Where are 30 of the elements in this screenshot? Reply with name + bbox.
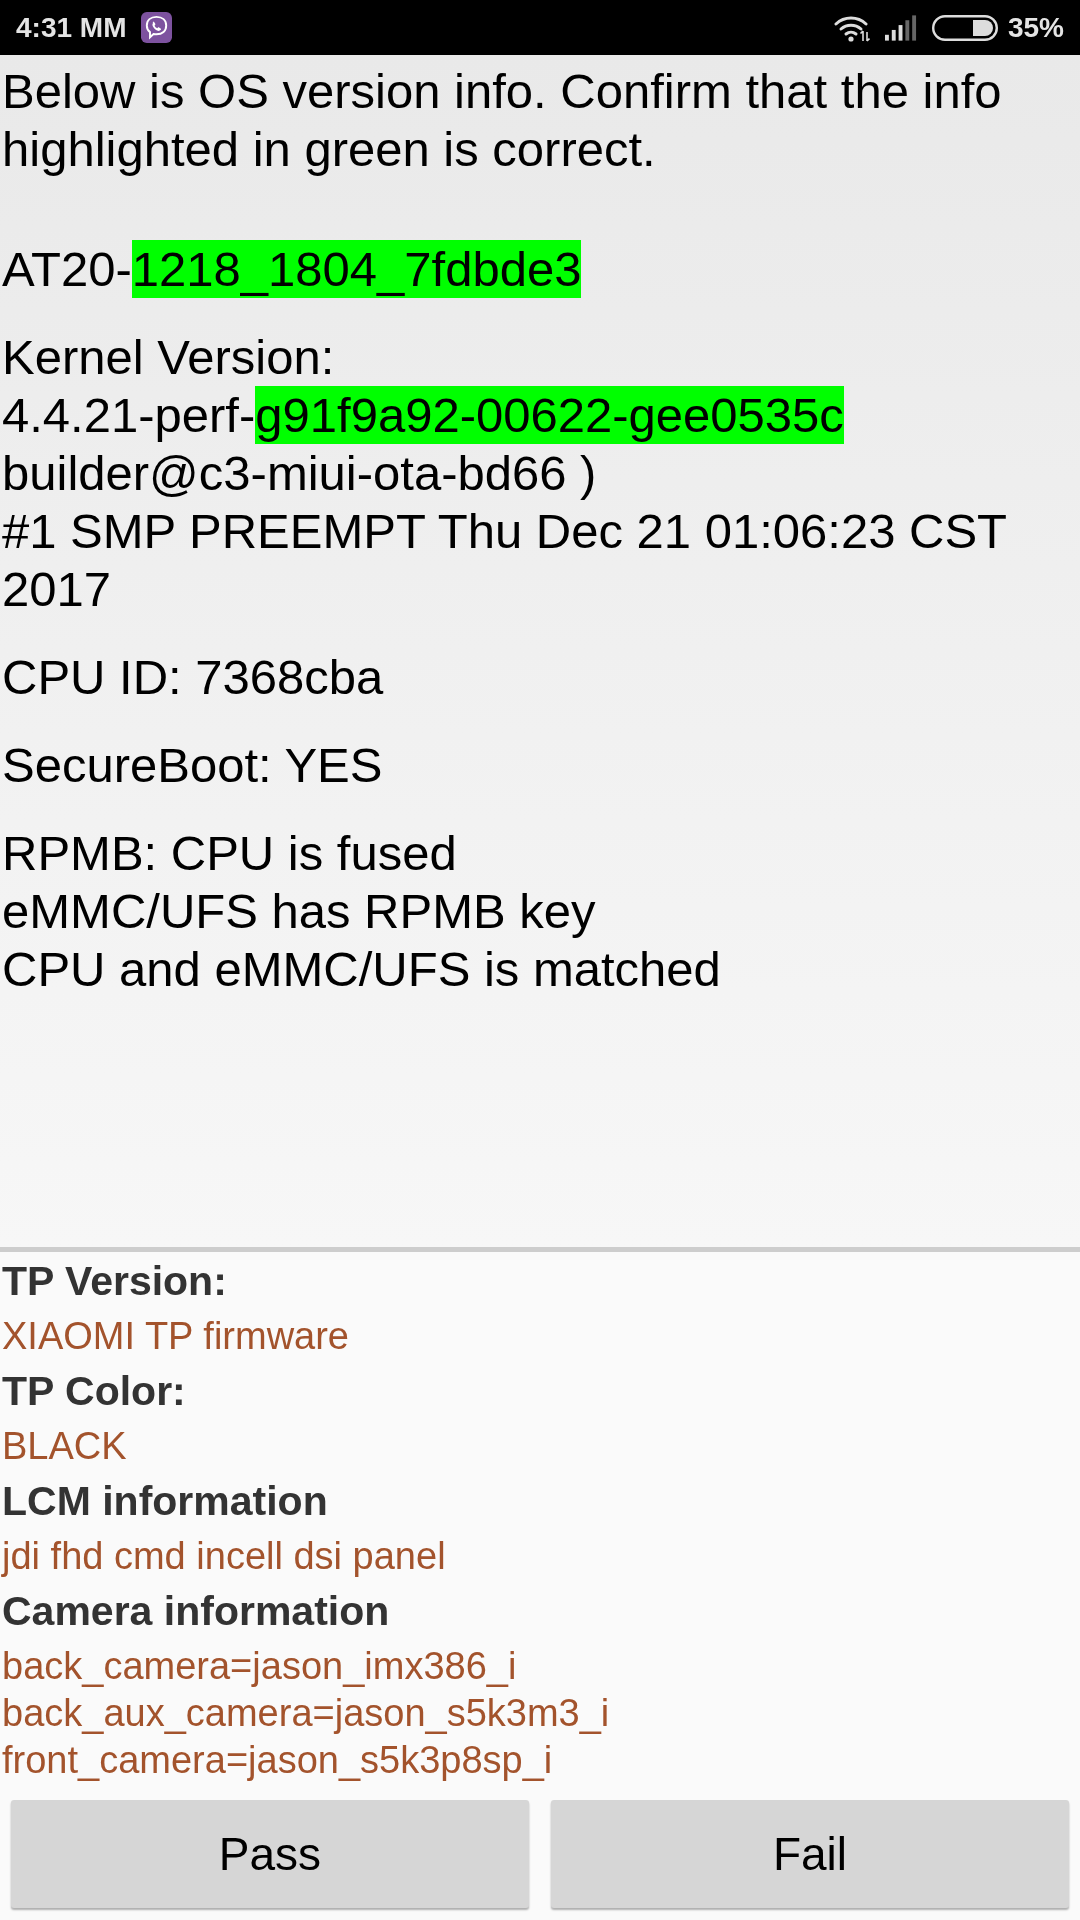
info-text: CPU and eMMC/UFS is matched	[2, 941, 721, 998]
signal-icon	[884, 14, 918, 41]
info-value: BLACK	[2, 1424, 128, 1469]
info-heading: LCM information	[2, 1477, 329, 1526]
info-text: SecureBoot: YES	[2, 737, 383, 794]
info-text: CPU ID: 7368cba	[2, 649, 384, 706]
info-heading: Camera information	[2, 1587, 391, 1636]
info-text: #1 SMP PREEMPT Thu Dec 21 01:06:23 CST 2017	[2, 503, 1008, 618]
info-text: builder@c3-miui-ota-bd66 )	[2, 445, 597, 502]
highlighted-text: g91f9a92-00622-gee0535c	[255, 386, 844, 444]
instruction-text: Below is OS version info. Confirm that the info highlighted in green is correct.	[2, 63, 1003, 178]
highlighted-text: 1218_1804_7fdbde3	[131, 240, 582, 298]
pass-button[interactable]: Pass	[11, 1800, 529, 1908]
info-value: jdi fhd cmd incell dsi panel	[2, 1534, 447, 1579]
info-heading: TP Color:	[2, 1367, 187, 1416]
info-value: XIAOMI TP firmware	[2, 1314, 350, 1359]
clock-text: 4:31 MM	[16, 11, 127, 44]
info-value: front_camera=jason_s5k3p8sp_i	[2, 1738, 554, 1783]
info-text: 4.4.21-perf-	[2, 387, 256, 444]
info-value: back_aux_camera=jason_s5k3m3_i	[2, 1691, 611, 1736]
battery-icon	[931, 14, 998, 41]
phone-bubble-app-icon	[141, 12, 173, 43]
info-text: RPMB: CPU is fused	[2, 825, 457, 882]
info-text: AT20-	[2, 241, 132, 298]
battery-percent-text: 35%	[1007, 11, 1064, 44]
info-text: eMMC/UFS has RPMB key	[2, 883, 596, 940]
info-value: back_camera=jason_imx386_i	[2, 1644, 518, 1689]
info-text: Kernel Version:	[2, 329, 335, 386]
fail-button[interactable]: Fail	[551, 1800, 1069, 1908]
info-heading: TP Version:	[2, 1257, 228, 1306]
